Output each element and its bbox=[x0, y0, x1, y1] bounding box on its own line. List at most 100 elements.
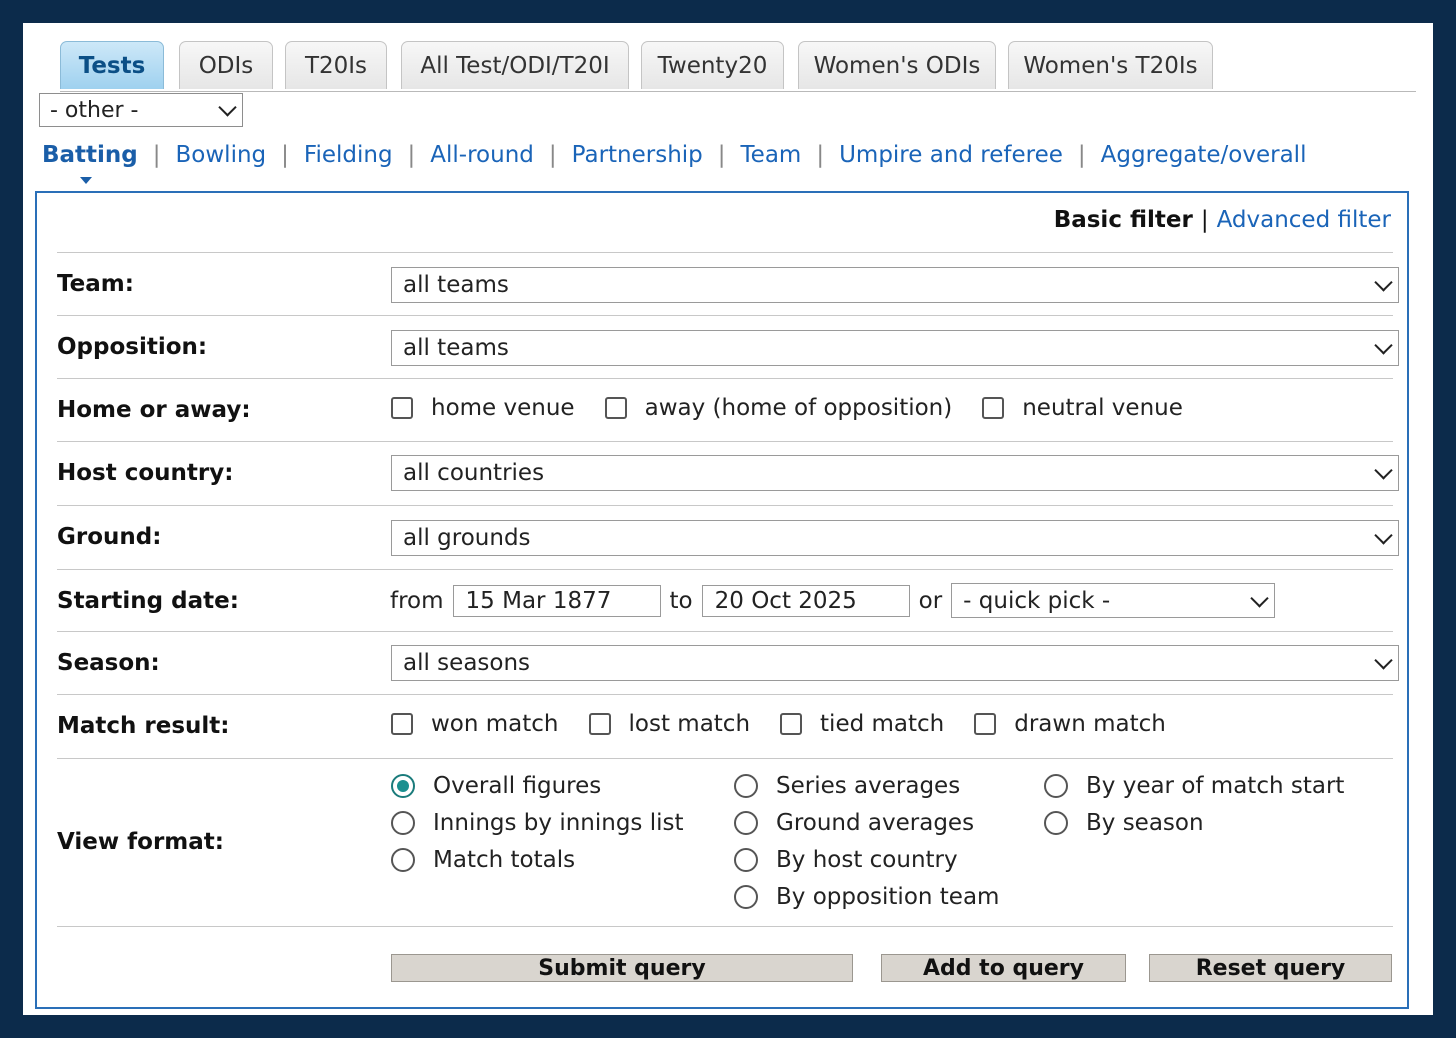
drawn-match-checkbox[interactable] bbox=[974, 713, 997, 735]
match-result-label: Match result: bbox=[57, 713, 230, 739]
radio-option[interactable]: Match totals bbox=[391, 841, 684, 878]
won-match-checkbox[interactable] bbox=[391, 713, 413, 735]
nav-team[interactable]: Team bbox=[741, 142, 802, 168]
nav-all-round[interactable]: All-round bbox=[430, 142, 534, 168]
match-result-options: won match lost match tied match drawn ma… bbox=[391, 711, 1196, 737]
season-row: Season: all seasons bbox=[57, 631, 1399, 695]
filter-separator: | bbox=[1200, 207, 1209, 233]
radio-option[interactable]: Innings by innings list bbox=[391, 804, 684, 841]
nav-partnership[interactable]: Partnership bbox=[572, 142, 703, 168]
view-format-col-2: Series averages Ground averages By host … bbox=[734, 767, 999, 915]
nav-batting[interactable]: Batting bbox=[42, 142, 138, 184]
from-date-input[interactable]: 15 Mar 1877 bbox=[452, 584, 661, 617]
home-away-options: home venue away (home of opposition) neu… bbox=[391, 395, 1213, 421]
view-format-col-1: Overall figures Innings by innings list … bbox=[391, 767, 684, 878]
tab-all-formats[interactable]: All Test/ODI/T20I bbox=[401, 41, 629, 89]
nav-separator: | bbox=[281, 142, 289, 168]
main-frame: Tests ODIs T20Is All Test/ODI/T20I Twent… bbox=[23, 23, 1433, 1015]
lost-match-checkbox[interactable] bbox=[588, 713, 611, 735]
radio-option[interactable]: Ground averages bbox=[734, 804, 999, 841]
by-opposition-radio[interactable] bbox=[734, 884, 758, 909]
nav-fielding[interactable]: Fielding bbox=[304, 142, 393, 168]
tab-t20is[interactable]: T20Is bbox=[285, 41, 387, 89]
home-venue-checkbox[interactable] bbox=[391, 397, 413, 419]
season-label: Season: bbox=[57, 650, 160, 676]
overall-figures-radio[interactable] bbox=[391, 773, 415, 798]
chevron-down-icon bbox=[1374, 651, 1393, 670]
radio-option[interactable]: Overall figures bbox=[391, 767, 684, 804]
nav-separator: | bbox=[548, 142, 557, 168]
by-season-radio[interactable] bbox=[1044, 810, 1068, 835]
reset-query-button[interactable]: Reset query bbox=[1149, 954, 1392, 982]
team-select-value: all teams bbox=[403, 272, 509, 298]
tab-twenty20[interactable]: Twenty20 bbox=[641, 41, 784, 89]
nav-separator: | bbox=[717, 142, 726, 168]
opposition-label: Opposition: bbox=[57, 334, 208, 360]
radio-option[interactable]: By year of match start bbox=[1044, 767, 1344, 804]
nav-bowling[interactable]: Bowling bbox=[176, 142, 267, 168]
tab-womens-odis[interactable]: Women's ODIs bbox=[798, 41, 996, 89]
tab-odis[interactable]: ODIs bbox=[179, 41, 273, 89]
team-label: Team: bbox=[57, 271, 134, 297]
ground-averages-radio[interactable] bbox=[734, 810, 758, 835]
ground-select[interactable]: all grounds bbox=[391, 520, 1399, 556]
nav-umpire-referee[interactable]: Umpire and referee bbox=[839, 142, 1063, 168]
by-opposition-label: By opposition team bbox=[776, 883, 1000, 910]
stat-type-nav: Batting | Bowling | Fielding | All-round… bbox=[42, 138, 1307, 184]
home-venue-label: home venue bbox=[431, 395, 575, 421]
radio-option[interactable]: Series averages bbox=[734, 767, 999, 804]
tied-match-checkbox[interactable] bbox=[780, 713, 803, 735]
to-date-input[interactable]: 20 Oct 2025 bbox=[701, 584, 910, 617]
team-select[interactable]: all teams bbox=[391, 267, 1399, 303]
match-totals-radio[interactable] bbox=[391, 847, 415, 872]
radio-option[interactable]: By host country bbox=[734, 841, 999, 878]
advanced-filter-link[interactable]: Advanced filter bbox=[1217, 207, 1391, 233]
opposition-select-value: all teams bbox=[403, 335, 509, 361]
view-format-label: View format: bbox=[57, 829, 224, 855]
neutral-venue-checkbox[interactable] bbox=[982, 397, 1005, 419]
nav-aggregate[interactable]: Aggregate/overall bbox=[1101, 142, 1307, 168]
tab-tests[interactable]: Tests bbox=[60, 41, 164, 89]
chevron-down-icon bbox=[218, 98, 237, 117]
nav-separator: | bbox=[407, 142, 416, 168]
by-host-country-radio[interactable] bbox=[734, 847, 758, 872]
season-select[interactable]: all seasons bbox=[391, 645, 1399, 681]
away-venue-checkbox[interactable] bbox=[604, 397, 627, 419]
by-year-radio[interactable] bbox=[1044, 773, 1068, 798]
chevron-down-icon bbox=[1250, 588, 1269, 608]
view-format-col-3: By year of match start By season bbox=[1044, 767, 1344, 841]
ground-select-value: all grounds bbox=[403, 525, 531, 551]
lost-match-label: lost match bbox=[628, 711, 751, 737]
innings-list-radio[interactable] bbox=[391, 810, 415, 835]
radio-option[interactable]: By season bbox=[1044, 804, 1344, 841]
date-range: from 15 Mar 1877 to 20 Oct 2025 or - qui… bbox=[390, 583, 1276, 618]
starting-date-row: Starting date: from 15 Mar 1877 to 20 Oc… bbox=[57, 569, 1393, 632]
filter-mode-links: Basic filter | Advanced filter bbox=[1054, 207, 1391, 233]
overall-figures-label: Overall figures bbox=[433, 772, 602, 799]
other-format-select[interactable]: - other - bbox=[39, 93, 243, 127]
series-averages-radio[interactable] bbox=[734, 773, 758, 798]
radio-option[interactable]: By opposition team bbox=[734, 878, 999, 915]
quick-pick-select[interactable]: - quick pick - bbox=[951, 583, 1276, 618]
nav-separator: | bbox=[816, 142, 825, 168]
team-row: Team: all teams bbox=[57, 252, 1399, 316]
host-country-select[interactable]: all countries bbox=[391, 455, 1399, 491]
chevron-down-icon bbox=[1374, 273, 1393, 292]
filter-panel: Basic filter | Advanced filter Team: all… bbox=[35, 191, 1409, 1009]
nav-batting-label: Batting bbox=[42, 142, 138, 168]
match-totals-label: Match totals bbox=[433, 846, 576, 873]
tab-womens-t20is[interactable]: Women's T20Is bbox=[1008, 41, 1213, 89]
nav-separator: | bbox=[1077, 142, 1086, 168]
match-result-row: Match result: won match lost match tied … bbox=[57, 694, 1393, 759]
submit-query-button[interactable]: Submit query bbox=[391, 954, 853, 982]
season-select-value: all seasons bbox=[403, 650, 531, 676]
chevron-down-icon bbox=[1374, 526, 1393, 545]
tied-match-label: tied match bbox=[820, 711, 945, 737]
add-to-query-button[interactable]: Add to query bbox=[881, 954, 1126, 982]
or-text: or bbox=[918, 587, 943, 614]
starting-date-label: Starting date: bbox=[57, 588, 239, 614]
match-type-tabs: Tests ODIs T20Is All Test/ODI/T20I Twent… bbox=[60, 41, 1416, 92]
opposition-select[interactable]: all teams bbox=[391, 330, 1399, 366]
series-averages-label: Series averages bbox=[776, 772, 961, 799]
basic-filter-label: Basic filter bbox=[1053, 207, 1193, 233]
